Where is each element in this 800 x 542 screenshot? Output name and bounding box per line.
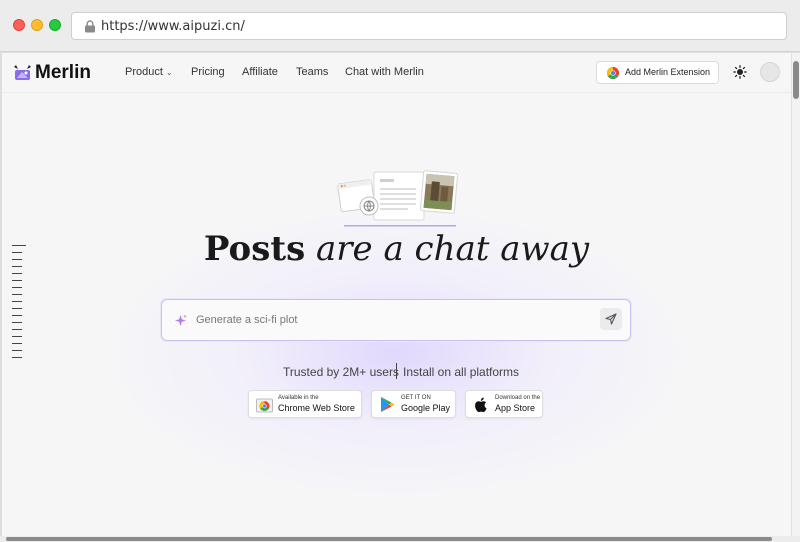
ruler-tick — [12, 357, 22, 358]
maximize-window-button[interactable] — [49, 19, 61, 31]
ruler-tick — [12, 315, 22, 316]
ruler-tick — [12, 294, 22, 295]
ruler-tick — [12, 301, 22, 302]
store-name: App Store — [495, 403, 536, 413]
store-name: Google Play — [401, 403, 451, 413]
store-small-text: Download on the — [495, 395, 541, 401]
horizontal-scrollbar-thumb[interactable] — [6, 537, 772, 541]
nav-pricing[interactable]: Pricing — [191, 66, 225, 78]
vertical-scrollbar[interactable] — [791, 53, 800, 537]
add-extension-label: Add Merlin Extension — [625, 67, 711, 77]
send-button[interactable] — [600, 308, 622, 330]
apple-icon — [475, 397, 487, 413]
store-small-text: GET IT ON — [401, 395, 431, 401]
nav-affiliate[interactable]: Affiliate — [242, 66, 278, 78]
divider — [396, 363, 397, 379]
sparkle-icon — [175, 314, 187, 326]
headline-bold: Posts — [203, 229, 306, 269]
headline-italic: are a chat away — [316, 229, 590, 269]
ruler-tick — [12, 322, 22, 323]
chrome-web-store-icon — [256, 398, 273, 413]
store-small-text: Available in the — [278, 395, 319, 401]
page-viewport: Merlin Product ⌄ Pricing Affiliate Teams … — [2, 53, 791, 537]
horizontal-scrollbar[interactable] — [0, 536, 800, 542]
user-avatar[interactable] — [760, 62, 780, 82]
prompt-box[interactable] — [161, 299, 631, 341]
theme-toggle-sun-icon[interactable] — [733, 65, 747, 79]
posts-illustration — [337, 170, 459, 227]
vertical-scrollbar-thumb[interactable] — [793, 61, 799, 99]
ruler-tick — [12, 343, 22, 344]
brand-name[interactable]: Merlin — [35, 62, 91, 84]
ruler-tick — [12, 280, 22, 281]
add-extension-button[interactable]: Add Merlin Extension — [596, 61, 719, 84]
close-window-button[interactable] — [13, 19, 25, 31]
url-text: https://www.aipuzi.cn/ — [101, 19, 245, 34]
ruler-tick — [12, 350, 22, 351]
store-name: Chrome Web Store — [278, 403, 355, 413]
ruler-tick — [12, 308, 22, 309]
trusted-by-text: Trusted by 2M+ users — [283, 365, 399, 379]
minimize-window-button[interactable] — [31, 19, 43, 31]
ruler-tick — [12, 287, 22, 288]
address-bar[interactable]: https://www.aipuzi.cn/ — [71, 12, 787, 40]
ruler-tick — [12, 336, 22, 337]
chevron-down-icon: ⌄ — [165, 68, 173, 77]
google-play-badge[interactable]: GET IT ON Google Play — [371, 390, 456, 418]
prompt-input[interactable] — [196, 310, 586, 330]
nav-product-label: Product — [125, 66, 163, 78]
send-icon — [605, 313, 617, 325]
hero-headline: Posts are a chat away — [2, 229, 791, 269]
merlin-logo-icon — [14, 65, 31, 80]
install-platforms-text: Install on all platforms — [403, 365, 520, 379]
app-store-badge[interactable]: Download on the App Store — [465, 390, 543, 418]
ruler-tick — [12, 273, 22, 274]
site-navbar: Merlin Product ⌄ Pricing Affiliate Teams … — [2, 53, 791, 93]
ruler-tick — [12, 329, 22, 330]
chrome-icon — [607, 67, 619, 79]
lock-icon — [85, 20, 95, 33]
nav-product[interactable]: Product ⌄ — [125, 66, 173, 78]
google-play-icon — [381, 397, 395, 412]
browser-toolbar: https://www.aipuzi.cn/ — [0, 0, 800, 52]
nav-chat-with-merlin[interactable]: Chat with Merlin — [345, 66, 424, 78]
nav-teams[interactable]: Teams — [296, 66, 328, 78]
chrome-web-store-badge[interactable]: Available in the Chrome Web Store — [248, 390, 362, 418]
